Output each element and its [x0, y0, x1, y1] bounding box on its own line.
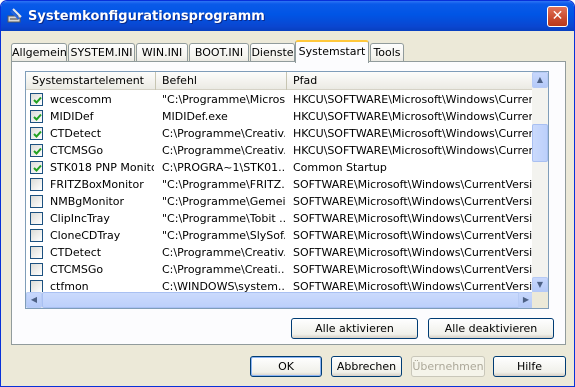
chevron-down-icon: ▼ [536, 280, 544, 289]
column-header-path[interactable]: Pfad [287, 72, 534, 90]
startup-item-command: C:\Programme\Creativ... [162, 144, 285, 157]
startup-item-path: HKCU\SOFTWARE\Microsoft\Windows\CurrentV… [293, 93, 534, 106]
startup-item-path: SOFTWARE\Microsoft\Windows\CurrentVersio… [293, 263, 534, 276]
startup-item-command: "C:\Programme\FRITZ... [162, 178, 285, 191]
column-header-command[interactable]: Befehl [156, 72, 287, 90]
tab-dienste[interactable]: Dienste [250, 43, 295, 62]
startup-item-checkbox[interactable] [30, 263, 43, 276]
list-item[interactable]: ClipIncTray "C:\Programme\Tobit ... SOFTWA… [26, 210, 534, 227]
tab-system-ini[interactable]: SYSTEM.INI [68, 43, 135, 62]
startup-item-name: ClipIncTray [50, 212, 110, 225]
scroll-up-button[interactable]: ▲ [532, 72, 548, 88]
startup-item-checkbox[interactable] [30, 246, 43, 259]
startup-item-checkbox[interactable] [30, 93, 43, 106]
startup-item-command: C:\PROGRA~1\STK01... [162, 161, 285, 174]
list-item[interactable]: MIDIDef MIDIDef.exe HKCU\SOFTWARE\Microsof… [26, 108, 534, 125]
list-item[interactable]: STK018 PNP Monitor C:\PROGRA~1\STK01... Co… [26, 159, 534, 176]
startup-item-command: C:\Programme\Creati... [162, 263, 285, 276]
list-item[interactable]: CTDetect C:\Programme\Creativ... HKCU\SOFT… [26, 125, 534, 142]
list-item[interactable]: CTCMSGo C:\Programme\Creati... SOFTWARE\Mi… [26, 261, 534, 278]
column-header-startup-item[interactable]: Systemstartelement [26, 72, 156, 90]
startup-item-path: HKCU\SOFTWARE\Microsoft\Windows\CurrentV… [293, 144, 534, 157]
startup-item-checkbox[interactable] [30, 144, 43, 157]
startup-list[interactable]: Systemstartelement Befehl Pfad wcescomm "… [25, 71, 549, 309]
startup-item-name: CTCMSGo [50, 263, 104, 276]
startup-item-path: HKCU\SOFTWARE\Microsoft\Windows\CurrentV… [293, 127, 534, 140]
tab-panel: Systemstartelement Befehl Pfad wcescomm "… [11, 61, 566, 345]
startup-item-path: SOFTWARE\Microsoft\Windows\CurrentVersio… [293, 229, 534, 242]
startup-item-path: Common Startup [293, 161, 387, 174]
disable-all-button[interactable]: Alle deaktivieren [428, 318, 554, 339]
startup-item-command: C:\Programme\Creativ... [162, 246, 285, 259]
horizontal-scroll-thumb[interactable] [42, 292, 520, 308]
startup-item-checkbox[interactable] [30, 212, 43, 225]
tab-allgemein[interactable]: Allgemein [11, 43, 67, 62]
startup-item-command: "C:\Programme\Gemei... [162, 195, 285, 208]
tab-win-ini[interactable]: WIN.INI [136, 43, 188, 62]
scroll-left-button[interactable]: ◀ [26, 292, 42, 308]
checkmark-icon [33, 113, 42, 121]
startup-item-name: CTDetect [50, 246, 102, 259]
startup-item-path: SOFTWARE\Microsoft\Windows\CurrentVersio… [293, 178, 534, 191]
help-button[interactable]: Hilfe [493, 356, 566, 377]
startup-item-checkbox[interactable] [30, 127, 43, 140]
startup-item-checkbox[interactable] [30, 229, 43, 242]
vertical-scroll-thumb[interactable] [532, 124, 548, 162]
list-item[interactable]: CloneCDTray "C:\Programme\SlySof... SOFTWA… [26, 227, 534, 244]
startup-item-command: MIDIDef.exe [162, 110, 228, 123]
list-item[interactable]: CTCMSGo C:\Programme\Creativ... HKCU\SOFTW… [26, 142, 534, 159]
list-item[interactable]: wcescomm "C:\Programme\Micros... HKCU\SOFT… [26, 91, 534, 108]
startup-item-name: CTDetect [50, 127, 102, 140]
list-item[interactable]: NMBgMonitor "C:\Programme\Gemei... SOFTWAR… [26, 193, 534, 210]
close-icon: ✕ [551, 8, 564, 24]
checkmark-icon [33, 164, 42, 172]
startup-item-command: C:\Programme\Creativ... [162, 127, 285, 140]
tab-strip: Allgemein SYSTEM.INI WIN.INI BOOT.INI Di… [11, 40, 566, 63]
startup-item-checkbox[interactable] [30, 161, 43, 174]
list-item[interactable]: CTDetect C:\Programme\Creativ... SOFTWARE\… [26, 244, 534, 261]
startup-item-name: NMBgMonitor [50, 195, 125, 208]
chevron-up-icon: ▲ [536, 75, 544, 84]
chevron-right-icon: ▶ [522, 295, 530, 304]
startup-item-checkbox[interactable] [30, 195, 43, 208]
horizontal-scrollbar[interactable]: ◀ ▶ [26, 292, 534, 308]
close-button[interactable]: ✕ [547, 6, 568, 27]
startup-item-path: SOFTWARE\Microsoft\Windows\CurrentVersio… [293, 212, 534, 225]
checkmark-icon [33, 130, 42, 138]
checkmark-icon [33, 96, 42, 104]
window-title: Systemkonfigurationsprogramm [28, 9, 265, 24]
checkmark-icon [33, 147, 42, 155]
tab-systemstart[interactable]: Systemstart [295, 40, 369, 63]
startup-item-name: FRITZBoxMonitor [50, 178, 144, 191]
tab-boot-ini[interactable]: BOOT.INI [189, 43, 249, 62]
startup-item-name: wcescomm [50, 93, 112, 106]
startup-item-name: CloneCDTray [50, 229, 121, 242]
startup-item-path: SOFTWARE\Microsoft\Windows\CurrentVersio… [293, 246, 534, 259]
scroll-corner [532, 292, 548, 308]
msconfig-icon [7, 8, 22, 23]
startup-item-name: CTCMSGo [50, 144, 104, 157]
startup-item-command: "C:\Programme\Micros... [162, 93, 285, 106]
list-header: Systemstartelement Befehl Pfad [26, 72, 534, 90]
ok-button[interactable]: OK [250, 356, 322, 377]
startup-item-command: "C:\Programme\SlySof... [162, 229, 285, 242]
startup-item-checkbox[interactable] [30, 178, 43, 191]
tab-tools[interactable]: Tools [370, 43, 404, 62]
list-item[interactable]: FRITZBoxMonitor "C:\Programme\FRITZ... SOF… [26, 176, 534, 193]
vertical-scrollbar[interactable]: ▲ ▼ [532, 72, 548, 293]
startup-item-checkbox[interactable] [30, 110, 43, 123]
startup-item-name: STK018 PNP Monitor [50, 161, 154, 174]
startup-item-command: "C:\Programme\Tobit ... [162, 212, 285, 225]
apply-button: Übernehmen [411, 356, 485, 377]
startup-item-path: HKCU\SOFTWARE\Microsoft\Windows\CurrentV… [293, 110, 534, 123]
cancel-button[interactable]: Abbrechen [331, 356, 402, 377]
scroll-down-button[interactable]: ▼ [532, 277, 548, 293]
title-bar[interactable]: Systemkonfigurationsprogramm ✕ [1, 1, 574, 31]
startup-item-path: SOFTWARE\Microsoft\Windows\CurrentVersio… [293, 195, 534, 208]
enable-all-button[interactable]: Alle aktivieren [291, 318, 418, 339]
dialog-window: Systemkonfigurationsprogramm ✕ Allgemein… [0, 0, 575, 387]
chevron-left-icon: ◀ [30, 295, 38, 304]
startup-item-name: MIDIDef [50, 110, 94, 123]
